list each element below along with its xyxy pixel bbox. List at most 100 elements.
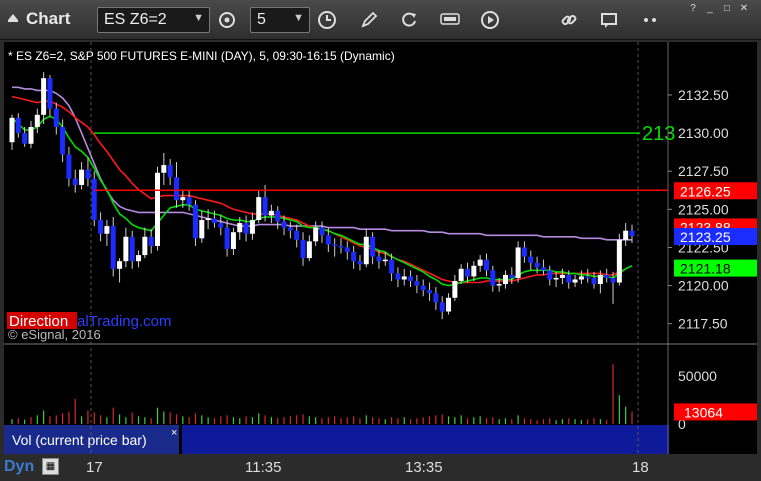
candle-body [446,297,452,312]
candle-body [28,126,34,144]
close-button[interactable]: ✕ [736,1,752,15]
candle-body [395,273,401,280]
link-icon [561,14,577,26]
candle-body [53,108,59,127]
symbol-select[interactable]: ES Z6=2 ▼ [97,7,210,33]
settings-button[interactable] [215,8,239,32]
study-value-bg [182,425,669,454]
candle-body [363,236,369,265]
candle-body [72,178,78,185]
study-close-button[interactable]: × [171,427,177,439]
candle-body [629,230,635,237]
candle-body [515,247,521,278]
candle-body [173,177,179,201]
candle-body [110,226,116,269]
help-button[interactable]: ? [685,1,701,15]
candle-body [300,239,306,259]
chevron-down-icon: ▼ [293,12,304,24]
moving-average-line [11,115,633,287]
time-tick: 11:35 [245,459,282,476]
candle-body [604,274,610,278]
candle-body [117,261,123,269]
maximize-button[interactable]: □ [719,1,735,15]
candle-body [458,268,464,282]
time-tick: 13:35 [405,459,443,476]
pencil-draw-icon [361,11,378,28]
candle-body [433,293,439,303]
candle-body [237,223,243,233]
candle-body [211,218,217,224]
candle-body [578,276,584,280]
candle-body [224,227,230,249]
minimize-button[interactable]: _ [702,1,718,15]
price-tag-green: 2121.18 [680,261,731,277]
dynamic-mode-label[interactable]: Dyn [4,458,34,476]
candle-body [98,220,104,234]
candle-body [148,236,154,246]
candle-body [408,276,414,282]
chart-header: * ES Z6=2, S&P 500 FUTURES E-MINI (DAY),… [8,49,395,63]
minimize-icon: _ [707,2,713,14]
title-bar: Chart ES Z6=2 ▼ 5 ▼ ? _ □ ✕ [0,0,761,40]
candle-body [420,285,426,291]
candle-body [427,290,433,294]
refresh-button[interactable] [397,8,421,32]
candle-body [376,256,382,262]
candle-body [15,117,21,134]
maximize-icon: □ [723,2,731,14]
candle-body [123,236,129,262]
time-tick: 17 [86,459,103,476]
app-title: Chart [26,9,71,28]
comment-button[interactable] [597,8,621,32]
candle-body [306,241,312,259]
candle-body [167,165,173,178]
candle-body [382,259,388,262]
candle-body [186,197,192,205]
candle-body [129,236,135,262]
price-tick-label: 2132.50 [678,87,729,103]
candle-body [572,279,578,283]
interval-select[interactable]: 5 ▼ [250,7,310,33]
candle-body [553,277,559,280]
chevron-down-icon: ▼ [193,12,204,24]
close-icon: ✕ [739,2,749,14]
clock-icon [318,11,336,29]
more-button[interactable] [638,8,662,32]
candle-body [477,259,483,266]
moving-average-line [12,86,632,241]
clock-button[interactable] [315,8,339,32]
candle-body [439,302,445,312]
candle-body [344,247,350,253]
candle-body [218,223,224,228]
calendar-icon[interactable]: ▦ [42,458,59,475]
study-label: Vol (current price bar) [12,432,147,448]
candle-body [243,223,249,234]
app-menu-icon[interactable] [6,10,20,24]
get-button[interactable] [438,8,462,32]
candle-body [249,220,255,234]
candle-body [47,78,53,109]
chart-area[interactable]: * ES Z6=2, S&P 500 FUTURES E-MINI (DAY),… [4,42,757,454]
candle-body [281,221,287,228]
candle-body [591,277,597,285]
candle-body [351,252,357,262]
candle-body [597,274,603,285]
price-tick-label: 2125.00 [678,201,729,217]
candle-body [268,210,274,216]
candle-body [79,169,85,185]
candle-body [85,169,91,179]
candle-body [616,239,622,283]
candle-body [66,154,72,179]
settings-icon [219,12,235,28]
play-button[interactable] [478,8,502,32]
link-button[interactable] [557,8,581,32]
candle-body [540,267,546,271]
candle-body [262,197,268,216]
draw-button[interactable] [357,8,381,32]
chart-canvas[interactable]: * ES Z6=2, S&P 500 FUTURES E-MINI (DAY),… [4,42,757,454]
candle-body [623,230,629,240]
candle-body [490,270,496,286]
more-icon [644,18,656,22]
candle-body [205,218,211,221]
candle-body [559,274,565,278]
